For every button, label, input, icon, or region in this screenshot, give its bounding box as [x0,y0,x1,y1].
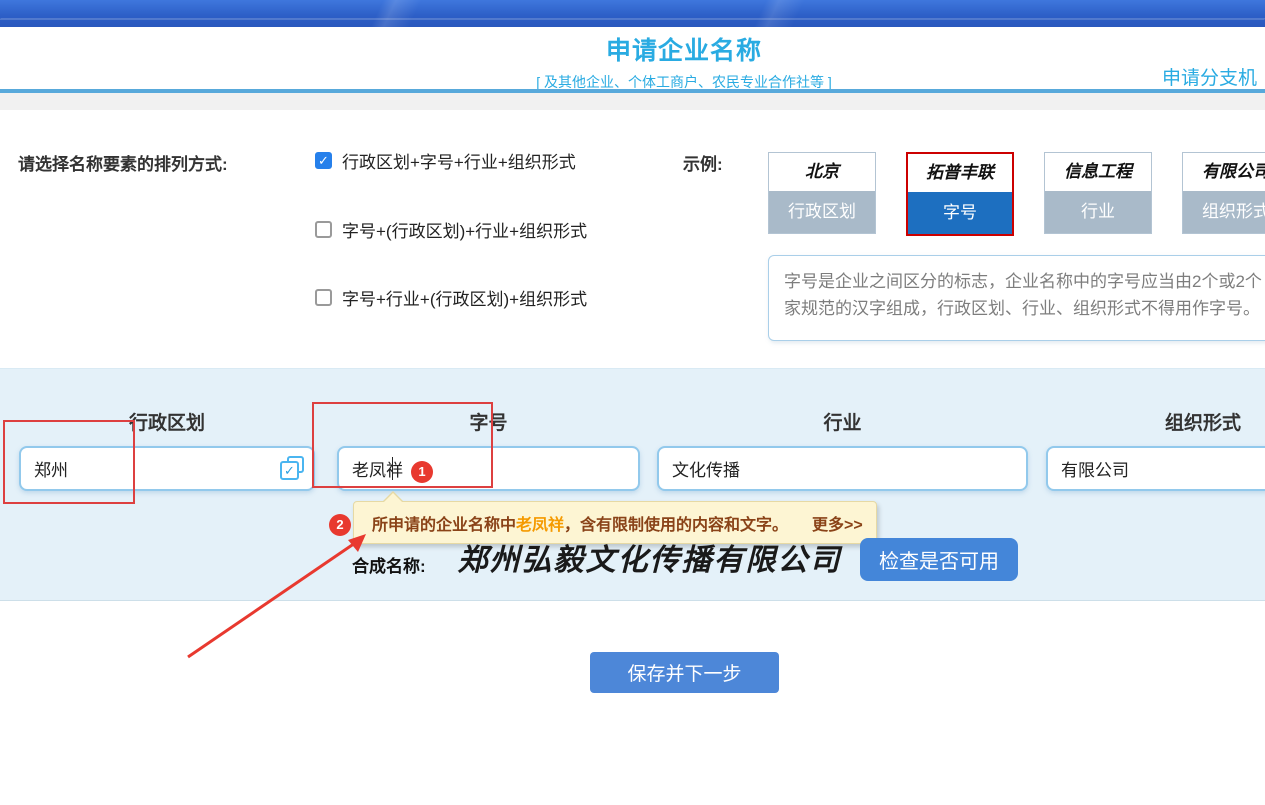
example-box-category: 行政区划 [769,191,875,233]
arrangement-option-3[interactable]: 字号+行业+(行政区划)+组织形式 [315,287,587,307]
field-header-industry: 行业 [657,408,1028,435]
orgform-field-wrap [1046,446,1265,491]
arrangement-option-label: 行政区划+字号+行业+组织形式 [342,148,576,173]
arrangement-option-2[interactable]: 字号+(行政区划)+行业+组织形式 [315,219,587,239]
region-input[interactable] [19,446,315,491]
example-box-industry: 信息工程 行业 [1044,152,1152,234]
check-availability-button[interactable]: 检查是否可用 [860,538,1018,581]
example-box-tradename: 拓普丰联 字号 [906,152,1014,236]
field-header-tradename: 字号 [337,408,640,435]
example-box-value: 信息工程 [1045,153,1151,191]
composed-name-value: 郑州弘毅文化传播有限公司 [452,535,847,579]
page-title: 申请企业名称 [0,31,1265,67]
field-header-orgform: 组织形式 [1046,408,1265,435]
example-tooltip: 字号是企业之间区分的标志，企业名称中的字号应当由2个或2个 家规范的汉字组成，行… [768,255,1265,341]
example-label: 示例: [683,150,723,175]
name-form-section: 行政区划 字号 行业 组织形式 ✓ 所申请的企业名称中老凤祥，含有限制使用的内容… [0,368,1265,601]
select-region-icon[interactable]: ✓ [280,456,306,481]
example-box-value: 拓普丰联 [908,154,1012,192]
check-icon: ✓ [280,461,299,480]
example-box-category: 行业 [1045,191,1151,233]
branch-apply-link[interactable]: 申请分支机 [1162,63,1257,90]
checkbox-unchecked-icon[interactable] [315,221,332,238]
example-box-orgform: 有限公司 组织形式 [1182,152,1265,234]
annotation-badge-2: 2 [329,514,351,536]
warning-suffix: ，含有限制使用的内容和文字。 [564,511,788,535]
region-field-wrap: ✓ [19,446,315,491]
arrangement-option-label: 字号+(行政区划)+行业+组织形式 [342,217,587,242]
example-box-category: 字号 [908,192,1012,234]
industry-input[interactable] [657,446,1028,491]
tradename-field-wrap [337,446,640,491]
tooltip-line: 字号是企业之间区分的标志，企业名称中的字号应当由2个或2个 [784,268,1265,295]
arrangement-option-1[interactable]: ✓ 行政区划+字号+行业+组织形式 [315,150,576,170]
example-box-value: 北京 [769,153,875,191]
warning-prefix: 所申请的企业名称中 [372,511,516,535]
example-box-value: 有限公司 [1183,153,1265,191]
page: 申请企业名称 [ 及其他企业、个体工商户、农民专业合作社等 ] 申请分支机 请选… [0,0,1265,805]
text-cursor [392,457,393,480]
page-header: 申请企业名称 [ 及其他企业、个体工商户、农民专业合作社等 ] [0,31,1265,92]
tooltip-line: 家规范的汉字组成，行政区划、行业、组织形式不得用作字号。 [784,295,1265,322]
industry-field-wrap [657,446,1028,491]
example-box-region: 北京 行政区划 [768,152,876,234]
save-next-button[interactable]: 保存并下一步 [590,652,779,693]
top-banner [0,0,1265,27]
field-header-region: 行政区划 [19,408,315,435]
annotation-badge-1: 1 [411,461,433,483]
warning-more-link[interactable]: 更多>> [812,511,863,535]
gray-strip [0,93,1265,110]
checkbox-unchecked-icon[interactable] [315,289,332,306]
tradename-input[interactable] [337,446,640,491]
composed-name-label: 合成名称: [352,552,426,577]
orgform-input[interactable] [1046,446,1265,491]
arrangement-option-label: 字号+行业+(行政区划)+组织形式 [342,285,587,310]
example-box-category: 组织形式 [1183,191,1265,233]
warning-highlight: 老凤祥 [516,511,564,535]
checkbox-checked-icon[interactable]: ✓ [315,152,332,169]
arrangement-label: 请选择名称要素的排列方式: [18,150,228,175]
